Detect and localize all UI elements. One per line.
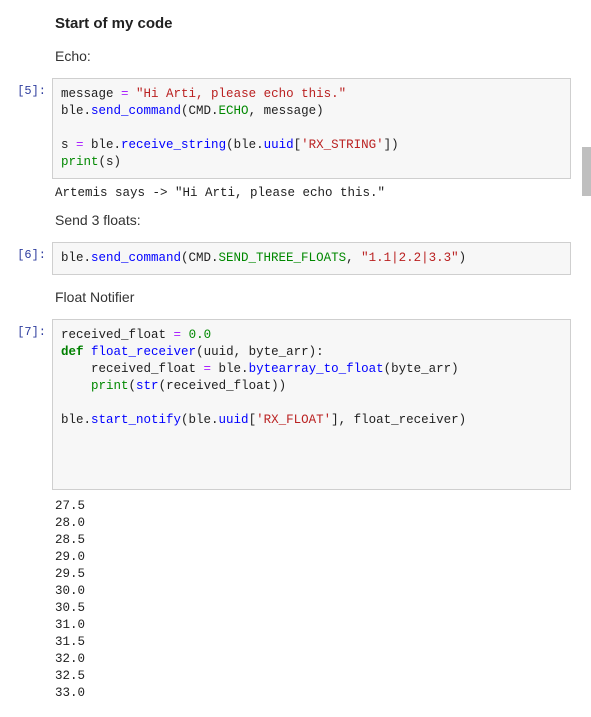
content-column: Start of my code Echo: [5]: message = "H… <box>0 0 591 702</box>
input-prompt: [6]: <box>0 242 52 262</box>
input-prompt: [5]: <box>0 78 52 98</box>
scrollbar-thumb[interactable] <box>582 147 591 196</box>
input-prompt: [7]: <box>0 319 52 339</box>
floatnotifier-label: Float Notifier <box>55 289 571 305</box>
code-cell-7[interactable]: [7]: received_float = 0.0 def float_rece… <box>0 319 571 490</box>
notebook-page: { "heading": "Start of my code", "sectio… <box>0 0 591 717</box>
output-cell-7: 27.5 28.0 28.5 29.0 29.5 30.0 30.5 31.0 … <box>55 498 571 702</box>
output-cell-5: Artemis says -> "Hi Arti, please echo th… <box>55 185 571 202</box>
code-input[interactable]: message = "Hi Arti, please echo this." b… <box>52 78 571 179</box>
code-cell-5[interactable]: [5]: message = "Hi Arti, please echo thi… <box>0 78 571 179</box>
code-cell-6[interactable]: [6]: ble.send_command(CMD.SEND_THREE_FLO… <box>0 242 571 275</box>
code-input[interactable]: received_float = 0.0 def float_receiver(… <box>52 319 571 490</box>
section-heading: Start of my code <box>55 15 571 32</box>
code-input[interactable]: ble.send_command(CMD.SEND_THREE_FLOATS, … <box>52 242 571 275</box>
echo-label: Echo: <box>55 48 571 64</box>
send3-label: Send 3 floats: <box>55 212 571 228</box>
